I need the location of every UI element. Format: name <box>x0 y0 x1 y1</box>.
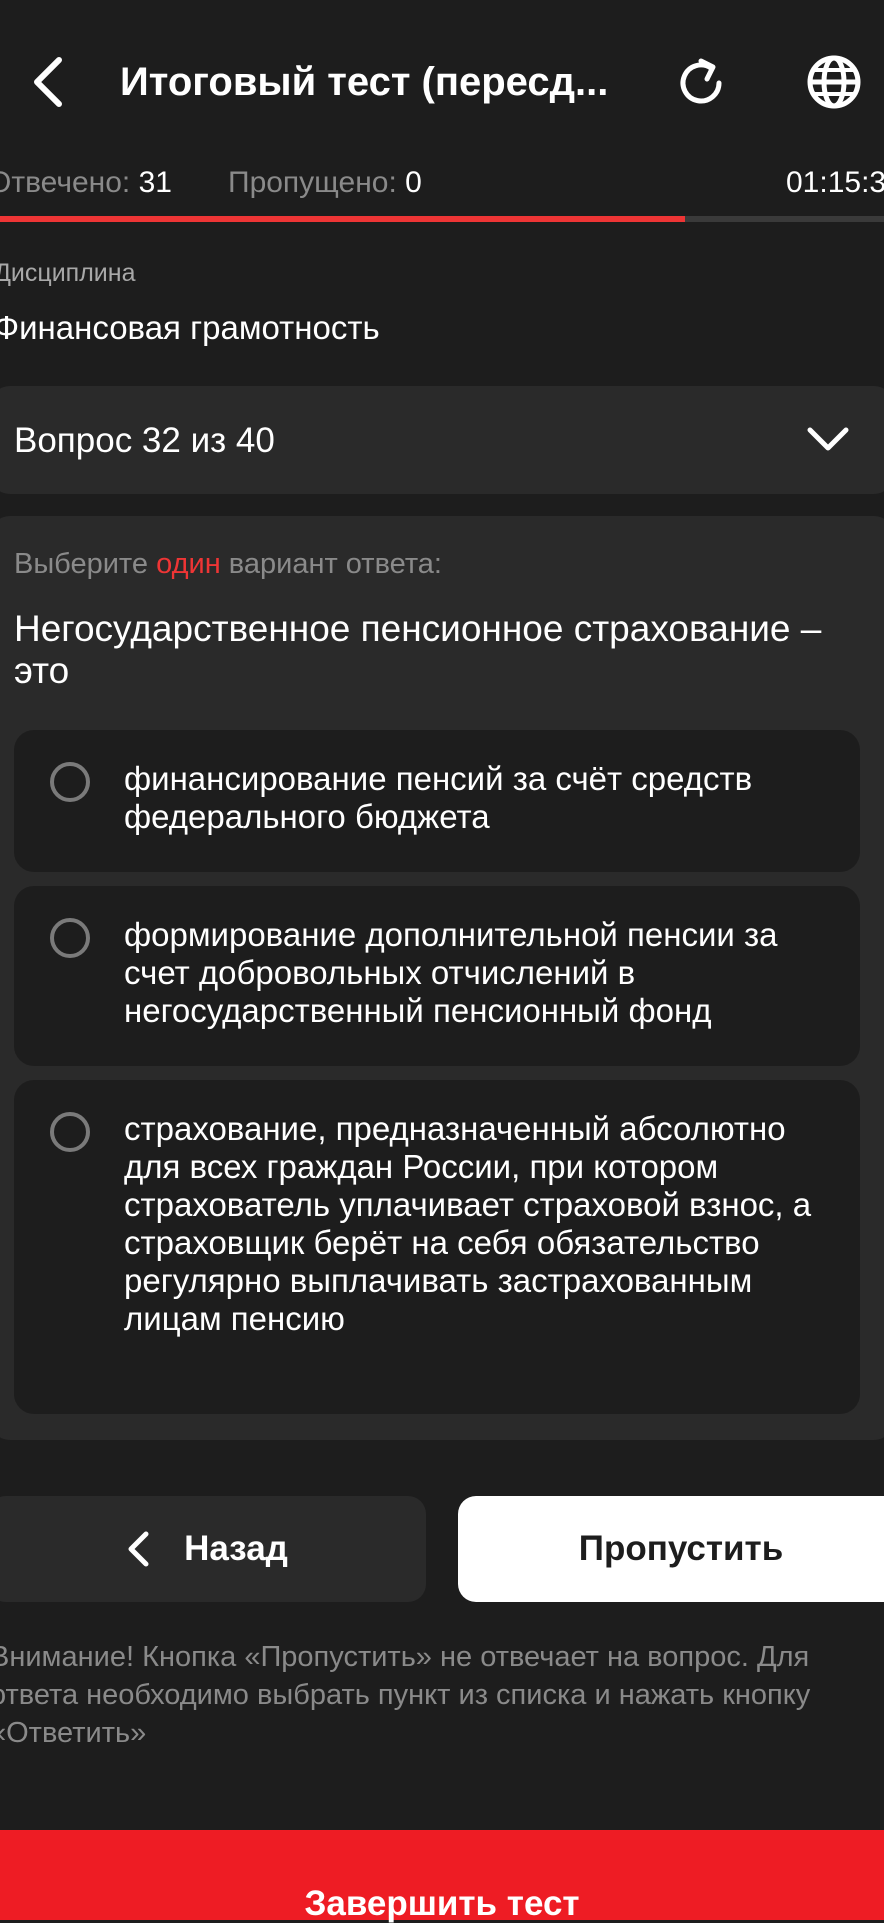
finish-test-button[interactable]: Завершить тест <box>0 1830 884 1923</box>
page-title: Итоговый тест (пересд... <box>120 60 609 104</box>
back-button[interactable]: Назад <box>0 1496 426 1602</box>
chevron-down-icon <box>804 416 852 464</box>
radio-button[interactable] <box>50 1112 90 1152</box>
radio-button[interactable] <box>50 918 90 958</box>
skip-button[interactable]: Пропустить <box>458 1496 884 1602</box>
answer-option-3[interactable]: страхование, предназначенный абсолютно д… <box>14 1080 860 1414</box>
answer-option-text: страхование, предназначенный абсолютно д… <box>124 1110 812 1337</box>
skip-button-label: Пропустить <box>578 1529 784 1568</box>
refresh-icon[interactable] <box>670 52 732 114</box>
radio-button[interactable] <box>50 762 90 802</box>
question-selector[interactable]: Вопрос 32 из 40 <box>0 386 884 494</box>
answer-option-2[interactable]: формирование дополнительной пенсии за сч… <box>14 886 860 1066</box>
question-number: Вопрос 32 из 40 <box>14 421 275 460</box>
answered-value: 31 <box>138 166 172 199</box>
test-stats: Отвечено: 31 Пропущено: 0 01:15:3 <box>0 158 884 208</box>
warning-text: Внимание! Кнопка «Пропустить» не отвечае… <box>0 1641 811 1749</box>
chevron-left-icon[interactable] <box>24 52 72 112</box>
discipline-value: Финансовая грамотность <box>0 309 380 346</box>
instruction-suffix: вариант ответа: <box>228 548 442 580</box>
progress-fill <box>0 216 686 222</box>
chevron-left-icon <box>126 1529 156 1569</box>
timer: 01:15:3 <box>786 166 884 199</box>
progress-bar <box>0 216 884 222</box>
skipped-counter: Пропущено: 0 <box>228 158 422 208</box>
question-card: Выберите один вариант ответа: Негосударс… <box>0 516 884 1440</box>
instruction-prefix: Выберите <box>14 548 149 580</box>
answered-counter: Отвечено: 31 <box>0 158 172 208</box>
globe-icon[interactable] <box>802 50 866 114</box>
answered-label: Отвечено: <box>0 166 131 199</box>
back-button-label: Назад <box>184 1529 288 1568</box>
question-text: Негосударственное пенсионное страхование… <box>14 608 822 691</box>
answer-option-1[interactable]: финансирование пенсий за счёт средств фе… <box>14 730 860 872</box>
skipped-label: Пропущено: <box>228 166 397 199</box>
skipped-value: 0 <box>405 166 422 199</box>
answer-option-text: формирование дополнительной пенсии за сч… <box>124 916 778 1029</box>
finish-test-label: Завершить тест <box>304 1884 580 1923</box>
app-header: Итоговый тест (пересд... <box>0 0 884 165</box>
discipline-label: Дисциплина <box>0 259 136 287</box>
instruction-accent: один <box>156 548 221 580</box>
answer-option-text: финансирование пенсий за счёт средств фе… <box>124 760 753 835</box>
answer-instruction: Выберите один вариант ответа: <box>14 542 442 586</box>
